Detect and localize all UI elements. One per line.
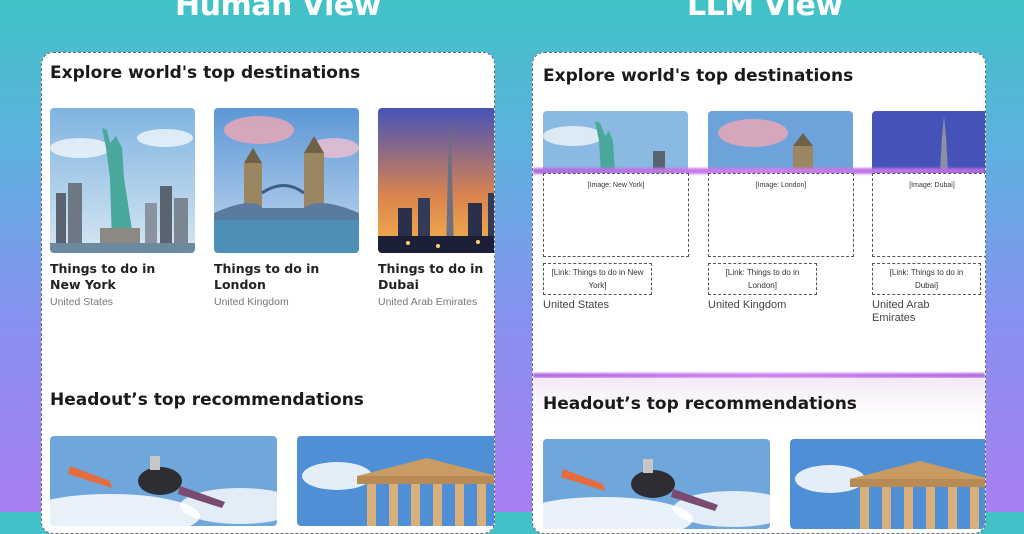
llm-dubai-image-strip	[872, 111, 985, 173]
llm-london-image-strip	[708, 111, 853, 173]
human-view-heading: Human View	[175, 0, 381, 23]
llm-country-new-york: United States	[543, 299, 610, 311]
recommendation-skydiving-image[interactable]	[50, 436, 277, 526]
llm-link-london[interactable]: [Link: Things to do in London]	[708, 263, 817, 295]
llm-country-dubai: United Arab Emirates	[872, 299, 930, 324]
card-title-new-york[interactable]: Things to do in New York	[50, 261, 170, 293]
section-title-destinations: Explore world's top destinations	[50, 63, 361, 83]
llm-view-heading: LLM View	[687, 0, 843, 23]
llm-section-title-recommendations: Headout’s top recommendations	[543, 394, 857, 414]
card-country-london: United Kingdom	[214, 296, 289, 308]
card-country-new-york: United States	[50, 296, 114, 308]
recommendation-parthenon-image[interactable]	[297, 436, 494, 526]
llm-recommendation-parthenon-image[interactable]	[790, 439, 985, 529]
section-title-recommendations: Headout’s top recommendations	[50, 390, 364, 410]
llm-link-new-york[interactable]: [Link: Things to do in New York]	[543, 263, 652, 295]
llm-link-dubai[interactable]: [Link: Things to do in Dubai]	[872, 263, 981, 295]
llm-recommendation-skydiving-image[interactable]	[543, 439, 770, 529]
llm-new-york-image-strip	[543, 111, 688, 173]
card-title-dubai[interactable]: Things to do in Dubai	[378, 261, 494, 293]
card-title-london[interactable]: Things to do in London	[214, 261, 334, 293]
llm-new-york-image-placeholder: [Image: New York]	[543, 173, 689, 257]
llm-section-title-destinations: Explore world's top destinations	[543, 66, 854, 86]
london-image[interactable]	[214, 108, 359, 253]
card-country-dubai: United Arab Emirates	[378, 296, 478, 308]
llm-country-london: United Kingdom	[708, 299, 787, 311]
human-view-panel: Explore world's top destinations Things …	[41, 52, 495, 534]
llm-view-panel: Explore world's top destinations [Image:…	[532, 52, 986, 534]
new-york-image[interactable]	[50, 108, 195, 253]
llm-london-image-placeholder: [Image: London]	[708, 173, 854, 257]
dubai-image[interactable]	[378, 108, 494, 253]
llm-dubai-image-placeholder: [Image: Dubai]	[872, 173, 985, 257]
